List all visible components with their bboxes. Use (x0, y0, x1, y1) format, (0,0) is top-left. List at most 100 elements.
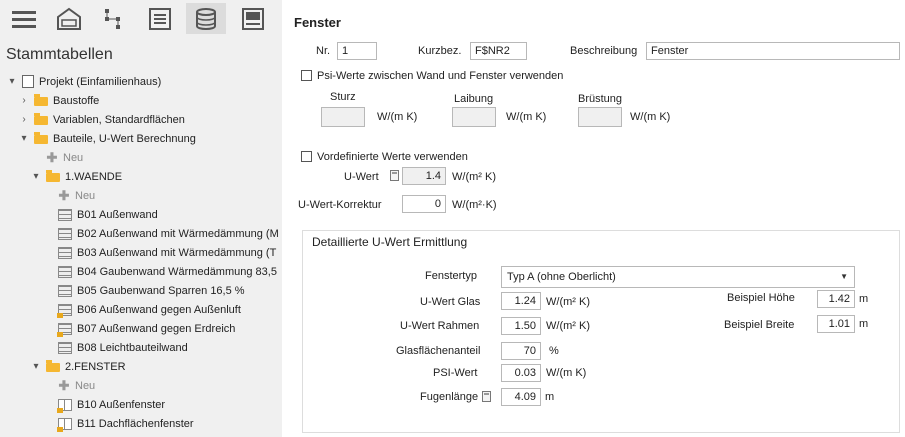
psi-label: PSI-Wert (433, 367, 478, 379)
tree-item[interactable]: ✚ Neu (42, 186, 96, 205)
wall-icon (58, 341, 72, 354)
lock-icon (57, 407, 63, 413)
laibung-label: Laibung (454, 93, 494, 105)
page-title: Fenster (294, 15, 341, 30)
expand-down-icon[interactable]: ▾ (18, 133, 30, 145)
tree-item[interactable]: B02 Außenwand mit Wärmedämmung (M (42, 224, 279, 243)
bruestung-label: Brüstung (578, 93, 623, 105)
fugen-label: Fugenlänge (420, 391, 479, 403)
tree-item-label: Neu (75, 189, 96, 202)
fugen-field[interactable]: 4.09 (501, 388, 541, 406)
tree-item[interactable]: › Variablen, Standardflächen (18, 110, 185, 129)
tree-item[interactable]: B03 Außenwand mit Wärmedämmung (T (42, 243, 276, 262)
locked-window-icon (57, 417, 72, 432)
urahmen-field[interactable]: 1.50 (501, 317, 541, 335)
expand-down-icon[interactable]: ▾ (30, 171, 42, 183)
kurzbez-label: Kurzbez. (418, 45, 462, 57)
plus-icon: ✚ (46, 149, 58, 165)
database-icon[interactable] (186, 3, 226, 34)
tree-item-label: 1.WAENDE (65, 170, 123, 183)
breite-unit: m (859, 318, 869, 330)
tree-item-label: B02 Außenwand mit Wärmedämmung (M (77, 227, 279, 240)
psi-checkbox-label: Psi-Werte zwischen Wand und Fenster verw… (317, 70, 564, 82)
laibung-unit: W/(m K) (506, 111, 547, 123)
bruestung-field[interactable] (578, 107, 622, 127)
tree-item-label: B06 Außenwand gegen Außenluft (77, 303, 241, 316)
detail-title: Detaillierte U-Wert Ermittlung (312, 235, 468, 249)
window-icon[interactable] (233, 3, 273, 34)
structure-icon[interactable] (94, 3, 134, 34)
tree-item-label: B10 Außenfenster (77, 398, 166, 411)
laibung-field[interactable] (452, 107, 496, 127)
tree-item[interactable]: ▾ Bauteile, U-Wert Berechnung (18, 129, 196, 148)
wall-icon (58, 265, 72, 278)
tree-item-label: Neu (63, 151, 84, 164)
tree-item[interactable]: B07 Außenwand gegen Erdreich (42, 319, 235, 338)
nr-label: Nr. (316, 45, 331, 57)
uwert-label: U-Wert (344, 171, 379, 183)
tree-item[interactable]: B01 Außenwand (42, 205, 158, 224)
main-panel: Fenster Nr. 1 Kurzbez. F$NR2 Beschreibun… (282, 0, 905, 437)
chevron-down-icon: ▼ (840, 272, 848, 281)
tree-item[interactable]: B10 Außenfenster (42, 395, 165, 414)
tree-item-label: Variablen, Standardflächen (53, 113, 185, 126)
wall-icon (58, 284, 72, 297)
calculator-icon[interactable] (390, 170, 399, 181)
psi-field[interactable]: 0.03 (501, 364, 541, 382)
beschreibung-field[interactable]: Fenster (646, 42, 900, 60)
tree-item[interactable]: B11 Dachflächenfenster (42, 414, 194, 433)
glasanteil-unit: % (549, 345, 559, 357)
expand-right-icon[interactable]: › (18, 114, 30, 126)
sidebar-toolbar (0, 0, 282, 36)
hoehe-field[interactable]: 1.42 (817, 290, 855, 308)
korrektur-field[interactable]: 0 (402, 195, 446, 213)
fenstertyp-select[interactable]: Typ A (ohne Oberlicht) ▼ (501, 266, 855, 288)
list-icon[interactable] (140, 3, 180, 34)
expand-down-icon[interactable]: ▾ (30, 361, 42, 373)
tree-item[interactable]: ▾ 2.FENSTER (30, 357, 126, 376)
glasanteil-field[interactable]: 70 (501, 342, 541, 360)
plus-icon: ✚ (58, 187, 70, 203)
fenstertyp-label: Fenstertyp (425, 270, 477, 282)
kurzbez-field[interactable]: F$NR2 (470, 42, 527, 60)
tree-item[interactable]: ✚ Neu (30, 148, 84, 167)
urahmen-unit: W/(m² K) (546, 320, 590, 332)
bruestung-unit: W/(m K) (630, 111, 671, 123)
sturz-unit: W/(m K) (377, 111, 418, 123)
vordefiniert-checkbox[interactable] (301, 151, 312, 162)
tree-item[interactable]: B04 Gaubenwand Wärmedämmung 83,5 (42, 262, 277, 281)
psi-checkbox[interactable] (301, 70, 312, 81)
building-icon[interactable] (49, 3, 89, 34)
sturz-field[interactable] (321, 107, 365, 127)
tree-item-label: B03 Außenwand mit Wärmedämmung (T (77, 246, 277, 259)
folder-icon (46, 170, 60, 182)
lock-icon (57, 312, 63, 318)
tree-item[interactable]: › Baustoffe (18, 91, 99, 110)
tree-item[interactable]: B05 Gaubenwand Sparren 16,5 % (42, 281, 245, 300)
tree-item[interactable]: ▾ Projekt (Einfamilienhaus) (6, 72, 161, 91)
uglas-unit: W/(m² K) (546, 296, 590, 308)
nr-field[interactable]: 1 (337, 42, 377, 60)
menu-icon[interactable] (4, 3, 44, 34)
breite-field[interactable]: 1.01 (817, 315, 855, 333)
tree-item[interactable]: ✚ Neu (42, 376, 96, 395)
tree-item[interactable]: ▾ 1.WAENDE (30, 167, 122, 186)
wall-icon (58, 227, 72, 240)
korrektur-unit: W/(m²·K) (452, 199, 497, 211)
calculator-icon[interactable] (482, 391, 491, 402)
expand-right-icon[interactable]: › (18, 95, 30, 107)
locked-wall-icon (57, 322, 72, 337)
tree-item[interactable]: B06 Außenwand gegen Außenluft (42, 300, 241, 319)
uglas-field[interactable]: 1.24 (501, 292, 541, 310)
tree-item-label: B01 Außenwand (77, 208, 158, 221)
uwert-unit: W/(m² K) (452, 171, 496, 183)
uwert-field[interactable]: 1.4 (402, 167, 446, 185)
tree-item-label: B04 Gaubenwand Wärmedämmung 83,5 (77, 265, 277, 278)
expand-down-icon[interactable]: ▾ (6, 76, 18, 88)
tree-item[interactable]: B08 Leichtbauteilwand (42, 338, 188, 357)
